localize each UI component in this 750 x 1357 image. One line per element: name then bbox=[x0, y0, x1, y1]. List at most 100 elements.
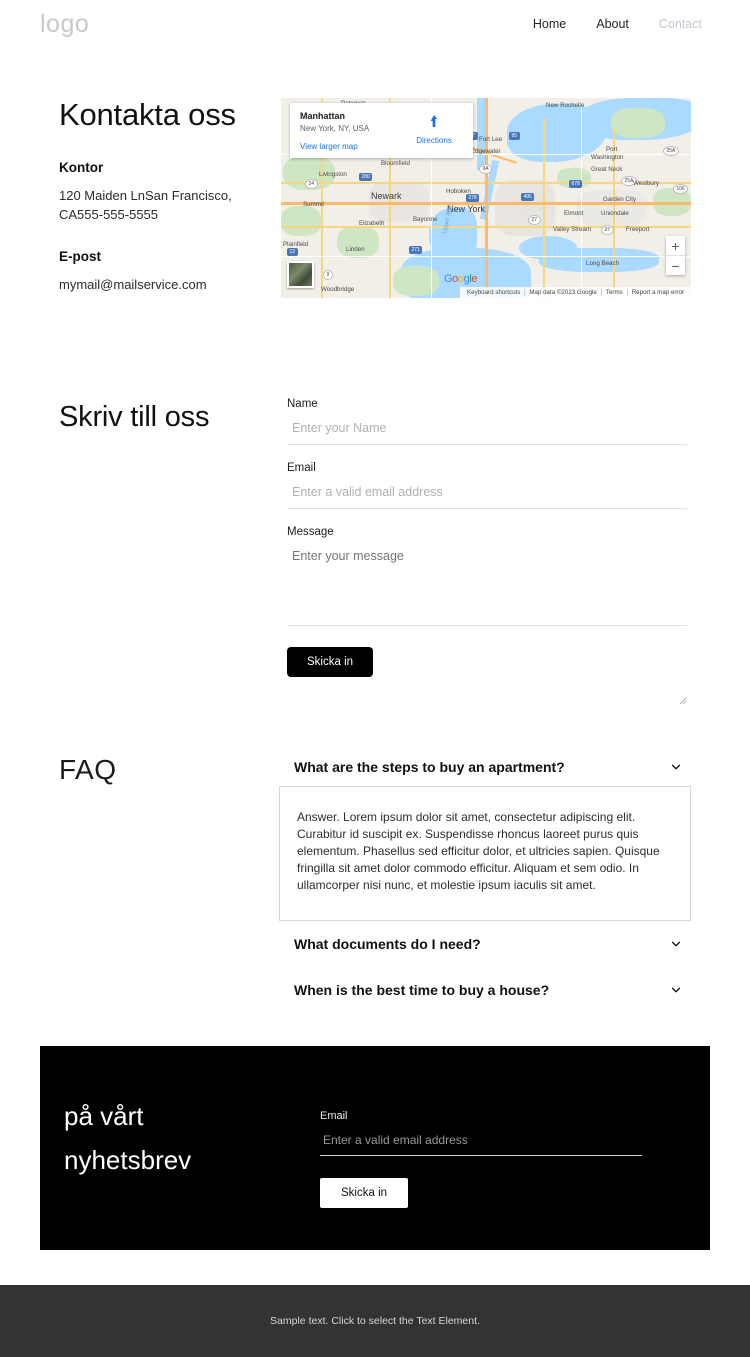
map-label: Uniondale bbox=[601, 210, 629, 217]
map-label: Washington bbox=[591, 154, 624, 161]
name-field-group: Name bbox=[287, 398, 687, 445]
newsletter-email-label: Email bbox=[320, 1110, 348, 1122]
map-data-text: Map data ©2023 Google bbox=[525, 289, 602, 296]
newsletter-submit-button[interactable]: Skicka in bbox=[320, 1178, 409, 1208]
map-interstate-495: 495 bbox=[521, 193, 535, 201]
faq-question-toggle[interactable]: When is the best time to buy a house? bbox=[279, 973, 691, 1007]
message-label: Message bbox=[287, 526, 334, 538]
map-label: Valley Stream bbox=[553, 226, 592, 233]
map-shield-27a: 27 bbox=[528, 215, 541, 225]
message-field-group: Message bbox=[287, 526, 687, 705]
map-road-minor-4 bbox=[581, 98, 582, 298]
newsletter-email-input[interactable] bbox=[320, 1131, 642, 1156]
email-field-group: Email bbox=[287, 462, 687, 509]
map-label: Freeport bbox=[626, 226, 650, 233]
map-shield-27b: 27 bbox=[601, 225, 614, 235]
map-label: Great Neck bbox=[591, 166, 623, 173]
map-green-4 bbox=[393, 266, 439, 296]
map-label: Linden bbox=[346, 246, 365, 253]
email-label: Email bbox=[287, 462, 316, 474]
newsletter-heading-line2: nyhetsbrev bbox=[64, 1145, 192, 1175]
newsletter-heading-line1: på vårt bbox=[64, 1101, 144, 1131]
map-interstate-278: 278 bbox=[466, 194, 480, 202]
faq-answer-panel: Answer. Lorem ipsum dolor sit amet, cons… bbox=[279, 786, 691, 921]
faq-question-text: What documents do I need? bbox=[294, 936, 481, 952]
map-zoom-controls[interactable]: + − bbox=[666, 236, 685, 275]
map-green-2 bbox=[281, 206, 321, 236]
street-view-thumbnail[interactable] bbox=[287, 261, 314, 288]
map-road-5 bbox=[543, 118, 545, 298]
map-label-newark: Newark bbox=[371, 191, 402, 201]
map-label: Port bbox=[606, 146, 618, 153]
map-road-minor-2 bbox=[281, 256, 691, 257]
page-root: logo Home About Contact Kontakta oss Kon… bbox=[0, 0, 750, 1357]
directions-label: Directions bbox=[416, 136, 452, 145]
faq-item: When is the best time to buy a house? bbox=[279, 973, 691, 1007]
name-input[interactable] bbox=[287, 418, 687, 445]
report-error-link[interactable]: Report a map error bbox=[628, 289, 688, 296]
message-textarea[interactable] bbox=[287, 546, 687, 626]
site-footer: Sample text. Click to select the Text El… bbox=[0, 1285, 750, 1357]
google-map[interactable]: 24 9 27 27 25A 25A 106 9A 280 95 87 278 … bbox=[281, 98, 691, 298]
map-highway-1 bbox=[485, 98, 488, 298]
keyboard-shortcuts-link[interactable]: Keyboard shortcuts bbox=[463, 289, 526, 296]
footer-text[interactable]: Sample text. Click to select the Text El… bbox=[270, 1315, 480, 1327]
map-label: Edgewater bbox=[471, 148, 501, 155]
map-interstate-271: 271 bbox=[409, 246, 423, 254]
map-label: Woodbridge bbox=[321, 286, 355, 293]
map-label: Elmont bbox=[564, 210, 584, 217]
map-interstate-678: 678 bbox=[569, 180, 583, 188]
faq-question-toggle[interactable]: What are the steps to buy an apartment? bbox=[279, 750, 691, 784]
map-interstate-12: 12 bbox=[287, 248, 298, 256]
contact-email: mymail@mailservice.com bbox=[59, 277, 207, 292]
site-header: logo Home About Contact bbox=[0, 0, 750, 48]
faq-accordion: What are the steps to buy an apartment? … bbox=[279, 750, 691, 1007]
form-heading: Skriv till oss bbox=[59, 401, 210, 433]
office-address: 120 Maiden LnSan Francisco, CA555-555-55… bbox=[59, 188, 232, 222]
nav-link-home[interactable]: Home bbox=[533, 17, 566, 31]
zoom-out-button[interactable]: − bbox=[666, 256, 685, 275]
site-logo[interactable]: logo bbox=[40, 10, 89, 39]
name-label: Name bbox=[287, 398, 318, 410]
map-green-5 bbox=[611, 108, 665, 138]
map-label: Bayonne bbox=[413, 216, 438, 223]
directions-button[interactable]: Directions bbox=[406, 113, 462, 145]
map-info-card[interactable]: Manhattan New York, NY, USA View larger … bbox=[290, 103, 473, 158]
form-submit-button[interactable]: Skicka in bbox=[287, 647, 374, 677]
contact-form: Name Email Message Skicka in bbox=[287, 398, 687, 705]
newsletter-form: Email Skicka in bbox=[320, 1110, 642, 1208]
directions-icon bbox=[430, 115, 438, 127]
map-label: Hoboken bbox=[446, 188, 471, 195]
field-spacer bbox=[287, 445, 687, 462]
faq-question-toggle[interactable]: What documents do I need? bbox=[279, 927, 691, 961]
main-navigation: Home About Contact bbox=[533, 17, 702, 31]
email-label: E-post bbox=[59, 249, 101, 264]
map-shield-24: 24 bbox=[305, 179, 318, 189]
map-green-3 bbox=[337, 226, 379, 258]
map-label: Bloomfield bbox=[381, 160, 410, 167]
map-label: Fort Lee bbox=[479, 136, 503, 143]
nav-link-about[interactable]: About bbox=[596, 17, 629, 31]
map-label: Summit bbox=[303, 201, 324, 208]
newsletter-section: på vårt nyhetsbrev Email Skicka in bbox=[40, 1046, 710, 1250]
email-input[interactable] bbox=[287, 482, 687, 509]
textarea-resize-handle[interactable] bbox=[679, 697, 687, 705]
map-label: Garden City bbox=[603, 196, 637, 203]
map-label: Plainfield bbox=[283, 241, 309, 248]
faq-answer-text: Answer. Lorem ipsum dolor sit amet, cons… bbox=[297, 810, 660, 892]
map-label: Long Beach bbox=[586, 260, 620, 267]
newsletter-heading: på vårt nyhetsbrev bbox=[64, 1094, 294, 1182]
contact-details: Kontakta oss Kontor 120 Maiden LnSan Fra… bbox=[59, 95, 274, 294]
zoom-in-button[interactable]: + bbox=[666, 236, 685, 255]
chevron-down-icon bbox=[671, 987, 681, 993]
terms-link[interactable]: Terms bbox=[602, 289, 628, 296]
nav-link-contact[interactable]: Contact bbox=[659, 17, 702, 31]
office-label: Kontor bbox=[59, 160, 104, 175]
map-interstate-280: 280 bbox=[359, 173, 373, 181]
map-interstate-95: 95 bbox=[509, 132, 520, 140]
map-shield-135a: 25A bbox=[663, 146, 679, 156]
faq-heading: FAQ bbox=[59, 754, 117, 785]
faq-question-text: When is the best time to buy a house? bbox=[294, 982, 550, 998]
chevron-down-icon bbox=[671, 941, 681, 947]
field-spacer bbox=[287, 509, 687, 526]
